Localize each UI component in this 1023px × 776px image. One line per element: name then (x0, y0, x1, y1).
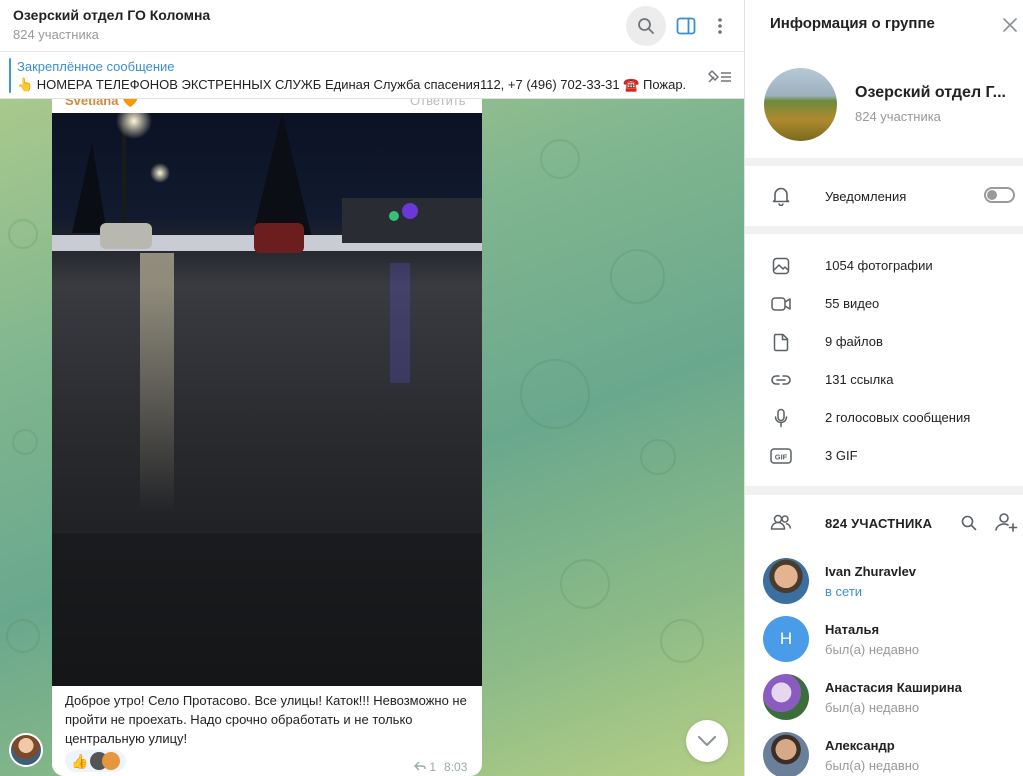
chat-pane: Озерский отдел ГО Коломна 824 участника … (0, 0, 744, 776)
media-label: 131 ссылка (825, 372, 894, 387)
group-member-count: 824 участника (855, 109, 941, 124)
member-name: Анастасия Каширина (825, 680, 962, 695)
member-avatar (763, 674, 809, 720)
file-icon (770, 331, 792, 353)
link-icon (770, 369, 792, 391)
members-section: 824 УЧАСТНИКА Ivan Zhuravlev в сети Н На… (745, 495, 1023, 776)
reply-link[interactable]: Ответить (410, 99, 466, 108)
svg-text:GIF: GIF (775, 453, 788, 462)
notifications-toggle[interactable] (984, 187, 1015, 203)
media-row-videos[interactable]: 55 видео (745, 284, 1023, 322)
pin-list-icon (708, 70, 731, 83)
group-name: Озерский отдел Г... (855, 84, 1006, 101)
member-avatar (763, 558, 809, 604)
member-status: в сети (825, 584, 863, 599)
message-bubble[interactable]: Svetlana 🧡 Ответить Доброе утро! Село Пр… (52, 99, 482, 776)
background-doodle (6, 619, 40, 653)
media-row-links[interactable]: 131 ссылка (745, 360, 1023, 398)
background-doodle (8, 219, 38, 249)
photo-night-street-ice (52, 113, 482, 686)
bell-icon (770, 185, 792, 207)
more-menu-button[interactable] (700, 6, 740, 46)
members-count-title: 824 УЧАСТНИКА (825, 516, 933, 531)
member-name: Александр (825, 738, 895, 753)
media-label: 9 файлов (825, 334, 883, 349)
message-sender-name[interactable]: Svetlana 🧡 (65, 99, 138, 109)
video-icon (770, 293, 792, 315)
sender-avatar[interactable] (9, 733, 43, 767)
message-photo[interactable] (52, 113, 482, 686)
media-row-voice[interactable]: 2 голосовых сообщения (745, 398, 1023, 436)
add-user-icon (995, 513, 1018, 532)
pinned-message-bar[interactable]: Закреплённое сообщение 👆 НОМЕРА ТЕЛЕФОНО… (0, 52, 744, 99)
group-info-header: Информация о группе Озерский отдел Г... … (745, 0, 1023, 158)
notifications-label: Уведомления (825, 189, 907, 204)
message-text: Доброе утро! Село Протасово. Все улицы! … (65, 693, 467, 746)
member-status: был(а) недавно (825, 642, 920, 657)
reply-arrow-icon (414, 761, 426, 771)
pinned-accent-bar (9, 58, 11, 93)
info-panel-title: Информация о группе (770, 15, 935, 32)
message-meta: 1 8:03 (414, 760, 467, 774)
pinned-label: Закреплённое сообщение (17, 59, 175, 74)
gif-icon: GIF (770, 445, 792, 467)
message-sender-row: Svetlana 🧡 Ответить (52, 99, 482, 113)
background-doodle (560, 559, 610, 609)
shared-media-section: 1054 фотографии 55 видео 9 файлов 131 сс… (745, 234, 1023, 486)
chat-title[interactable]: Озерский отдел ГО Коломна (13, 7, 210, 23)
background-doodle (640, 439, 676, 475)
toggle-knob (987, 190, 997, 200)
member-item[interactable]: Ivan Zhuravlev в сети (745, 554, 1023, 612)
pinned-text: 👆 НОМЕРА ТЕЛЕФОНОВ ЭКСТРЕННЫХ СЛУЖБ Един… (17, 77, 687, 92)
sidebar-panel-icon (676, 17, 696, 35)
replies-count[interactable]: 1 (414, 760, 436, 774)
message-reactions[interactable]: 👍 (65, 750, 127, 772)
group-avatar[interactable] (764, 68, 837, 141)
member-avatar: Н (763, 616, 809, 662)
close-icon (1003, 18, 1017, 32)
more-vertical-icon (718, 18, 722, 34)
media-row-files[interactable]: 9 файлов (745, 322, 1023, 360)
member-item[interactable]: Анастасия Каширина был(а) недавно (745, 670, 1023, 728)
scroll-to-bottom-button[interactable] (686, 720, 728, 762)
add-member-button[interactable] (993, 511, 1019, 533)
background-doodle (12, 429, 38, 455)
media-label: 55 видео (825, 296, 880, 311)
close-info-button[interactable] (999, 14, 1021, 36)
chat-header[interactable]: Озерский отдел ГО Коломна 824 участника (0, 0, 744, 52)
member-status: был(а) недавно (825, 700, 920, 715)
media-row-gifs[interactable]: GIF 3 GIF (745, 436, 1023, 474)
search-icon (961, 515, 977, 531)
search-icon (638, 18, 654, 34)
chat-member-count: 824 участника (13, 27, 99, 42)
notifications-row[interactable]: Уведомления (745, 166, 1023, 226)
photo-icon (770, 255, 792, 277)
background-doodle (610, 249, 665, 304)
reactor-avatar (102, 752, 121, 770)
members-icon (770, 511, 792, 533)
background-doodle (660, 619, 704, 663)
replies-count-value: 1 (429, 760, 437, 774)
media-label: 2 голосовых сообщения (825, 410, 971, 425)
background-doodle (540, 139, 580, 179)
search-members-button[interactable] (958, 512, 980, 534)
member-name: Наталья (825, 622, 880, 637)
media-label: 3 GIF (825, 448, 858, 463)
member-avatar (763, 732, 809, 776)
member-item[interactable]: Александр был(а) недавно (745, 728, 1023, 776)
message-time: 8:03 (444, 760, 468, 774)
member-name: Ivan Zhuravlev (825, 564, 917, 579)
member-status: был(а) недавно (825, 758, 920, 773)
group-info-panel: Информация о группе Озерский отдел Г... … (744, 0, 1023, 776)
pinned-list-button[interactable] (704, 66, 734, 88)
media-row-photos[interactable]: 1054 фотографии (745, 246, 1023, 284)
member-item[interactable]: Н Наталья был(а) недавно (745, 612, 1023, 670)
chevron-down-icon (698, 736, 716, 746)
background-doodle (520, 359, 590, 429)
microphone-icon (770, 407, 792, 429)
search-button[interactable] (626, 6, 666, 46)
thumbs-up-reaction-icon[interactable]: 👍 (71, 753, 88, 770)
media-label: 1054 фотографии (825, 258, 933, 273)
